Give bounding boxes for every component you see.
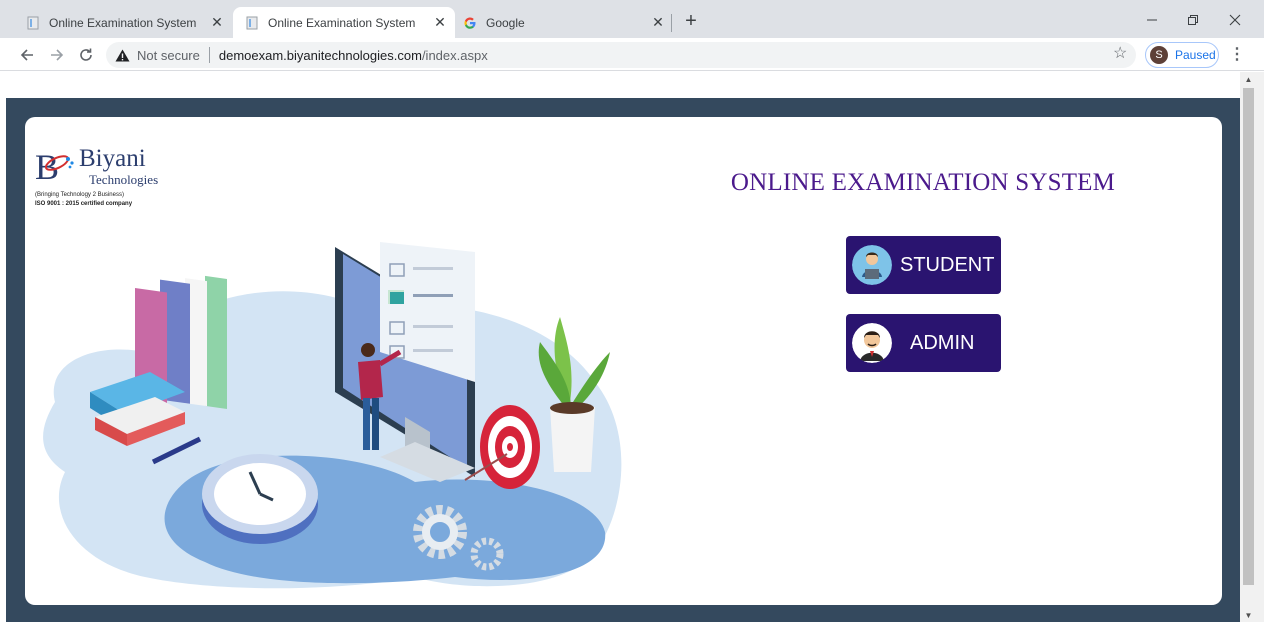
logo-certification: ISO 9001 : 2015 certified company bbox=[35, 201, 133, 207]
tab-title: Online Examination System bbox=[49, 15, 197, 30]
student-label: STUDENT bbox=[900, 253, 995, 276]
tab-title: Online Examination System bbox=[268, 15, 416, 30]
scroll-up-icon[interactable]: ▲ bbox=[1243, 75, 1254, 85]
security-label[interactable]: Not secure bbox=[137, 48, 200, 63]
company-logo: B Biyani Technologies (Bringing Technolo… bbox=[33, 145, 173, 215]
page-title: ONLINE EXAMINATION SYSTEM bbox=[730, 169, 1116, 196]
menu-dots-icon[interactable]: ⋮ bbox=[1229, 44, 1245, 66]
close-tab-icon[interactable]: ✕ bbox=[208, 14, 226, 32]
divider bbox=[208, 47, 210, 63]
page-icon bbox=[246, 16, 258, 29]
back-arrow-icon[interactable] bbox=[16, 44, 38, 66]
scroll-down-icon[interactable]: ▼ bbox=[1243, 611, 1254, 621]
student-avatar-icon bbox=[852, 245, 892, 285]
student-button[interactable]: STUDENT bbox=[846, 236, 1001, 294]
tab-google[interactable]: Google ✕ bbox=[455, 7, 673, 38]
clock-icon bbox=[202, 454, 318, 544]
admin-avatar-icon bbox=[852, 323, 892, 363]
new-tab-button[interactable]: + bbox=[681, 11, 701, 32]
tab-online-exam-2[interactable]: Online Examination System ✕ bbox=[233, 7, 455, 38]
reload-icon[interactable] bbox=[75, 44, 97, 66]
logo-name: Biyani bbox=[79, 145, 146, 172]
page-viewport: B Biyani Technologies (Bringing Technolo… bbox=[0, 72, 1240, 622]
logo-subname: Technologies bbox=[89, 172, 159, 187]
minimize-icon[interactable] bbox=[1138, 8, 1166, 32]
tab-strip: Online Examination System ✕ Online Exami… bbox=[0, 0, 1264, 38]
profile-status: Paused bbox=[1175, 48, 1216, 62]
logo-tagline: (Bringing Technology 2 Business) bbox=[35, 192, 124, 198]
profile-button[interactable]: S Paused bbox=[1145, 42, 1219, 68]
address-bar[interactable]: Not secure demoexam.biyanitechnologies.c… bbox=[106, 42, 1136, 68]
url-text[interactable]: demoexam.biyanitechnologies.com/index.as… bbox=[219, 48, 488, 63]
close-tab-icon[interactable]: ✕ bbox=[431, 14, 449, 32]
google-icon bbox=[464, 17, 476, 29]
vertical-scrollbar[interactable]: ▲ ▼ bbox=[1240, 72, 1264, 622]
admin-button[interactable]: ADMIN bbox=[846, 314, 1001, 372]
warning-icon[interactable] bbox=[115, 49, 130, 62]
logo-mark-icon: B bbox=[35, 147, 74, 183]
page-icon bbox=[27, 16, 39, 29]
scrollbar-thumb[interactable] bbox=[1243, 88, 1254, 585]
bookmark-star-icon[interactable]: ☆ bbox=[1113, 46, 1129, 62]
browser-toolbar: Not secure demoexam.biyanitechnologies.c… bbox=[0, 38, 1264, 71]
url-host: demoexam.biyanitechnologies.com bbox=[218, 47, 422, 63]
close-window-icon[interactable] bbox=[1221, 8, 1249, 32]
main-card: B Biyani Technologies (Bringing Technolo… bbox=[25, 117, 1222, 605]
tab-separator bbox=[671, 14, 672, 32]
restore-icon[interactable] bbox=[1179, 8, 1207, 32]
admin-label: ADMIN bbox=[910, 331, 975, 354]
avatar: S bbox=[1150, 46, 1168, 64]
close-tab-icon[interactable]: ✕ bbox=[649, 14, 667, 32]
tab-title: Google bbox=[486, 15, 525, 30]
tab-online-exam-1[interactable]: Online Examination System ✕ bbox=[14, 7, 232, 38]
exam-illustration bbox=[43, 242, 622, 589]
url-path: /index.aspx bbox=[421, 47, 488, 63]
forward-arrow-icon[interactable] bbox=[46, 44, 68, 66]
